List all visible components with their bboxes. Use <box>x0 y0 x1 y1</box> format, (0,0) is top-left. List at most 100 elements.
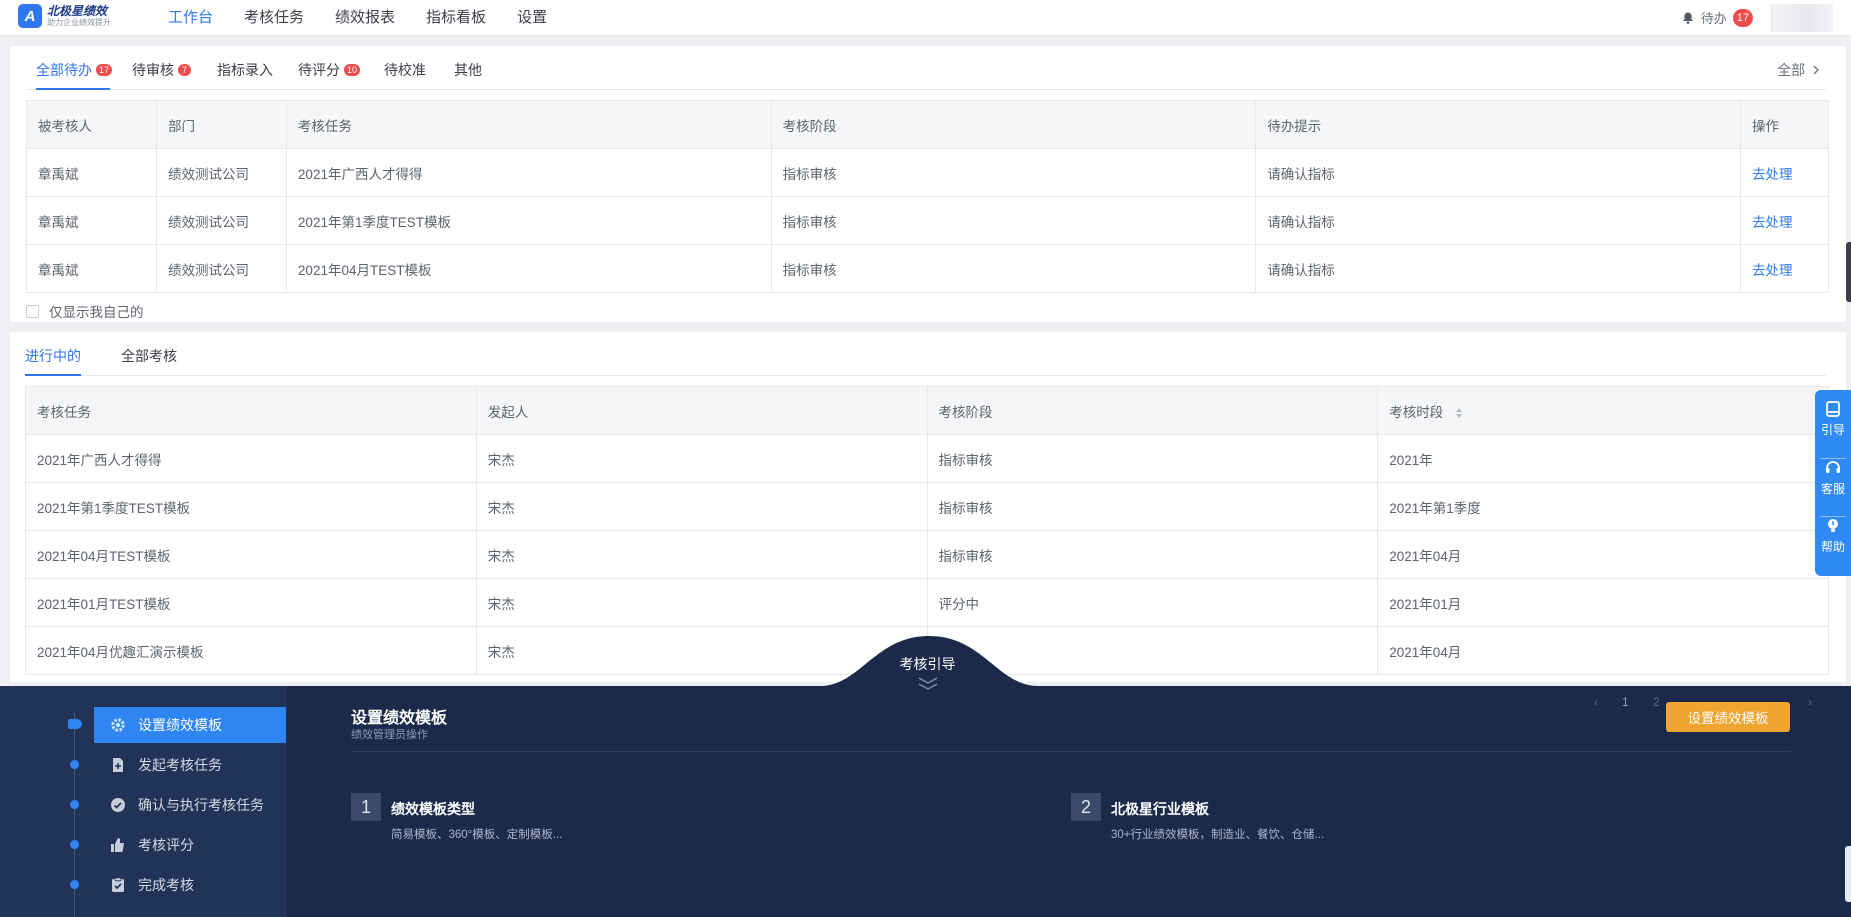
headset-icon <box>1826 460 1840 473</box>
setup-template-button[interactable]: 设置绩效模板 <box>1666 702 1790 732</box>
nav-tasks[interactable]: 考核任务 <box>244 0 304 35</box>
todo-table: 被考核人 部门 考核任务 考核阶段 待办提示 操作 章禹斌 绩效测试公司 202… <box>26 100 1830 293</box>
progress-table: 考核任务 发起人 考核阶段 考核时段 2021年广西人才得得 宋杰 指标审核 2… <box>25 386 1829 675</box>
step-dot <box>70 800 79 809</box>
table-row: 章禹斌 绩效测试公司 2021年04月TEST模板 指标审核 请确认指标 去处理 <box>26 244 1830 293</box>
table-row[interactable]: 2021年01月TEST模板 宋杰 评分中 2021年01月 <box>25 578 1829 627</box>
tab-all-todo[interactable]: 全部待办 17 <box>36 60 113 80</box>
main-nav: 工作台 考核任务 绩效报表 指标看板 设置 <box>168 0 578 35</box>
thumbs-up-icon <box>111 838 124 852</box>
card-title[interactable]: 北极星行业模板 <box>1111 799 1209 819</box>
step-dot <box>70 760 79 769</box>
col-period[interactable]: 考核时段 <box>1377 386 1829 435</box>
floating-helper: 引导 客服 帮助 <box>1815 390 1851 576</box>
table-row: 章禹斌 绩效测试公司 2021年第1季度TEST模板 指标审核 请确认指标 去处… <box>26 196 1830 245</box>
progress-tabs: 进行中的 全部考核 <box>25 332 1826 376</box>
table-row: 章禹斌 绩效测试公司 2021年广西人才得得 指标审核 请确认指标 去处理 <box>26 148 1830 197</box>
tab-other[interactable]: 其他 <box>454 60 482 80</box>
col-stage: 考核阶段 <box>770 100 1257 149</box>
process-link[interactable]: 去处理 <box>1752 215 1793 230</box>
step-setup-template[interactable]: 设置绩效模板 <box>94 707 286 743</box>
active-step-marker <box>68 719 82 729</box>
table-row[interactable]: 2021年04月TEST模板 宋杰 指标审核 2021年04月 <box>25 530 1829 579</box>
todo-count-badge: 17 <box>1732 8 1753 27</box>
guide-title[interactable]: 考核引导 <box>840 654 1015 674</box>
card-desc: 简易模板、360°模板、定制模板... <box>391 829 563 841</box>
col-action: 操作 <box>1739 100 1830 149</box>
nav-reports[interactable]: 绩效报表 <box>335 0 395 35</box>
table-row[interactable]: 2021年第1季度TEST模板 宋杰 指标审核 2021年第1季度 <box>25 482 1829 531</box>
guide-content-subtitle: 绩效管理员操作 <box>351 729 428 741</box>
helper-help[interactable]: 帮助 <box>1820 517 1846 576</box>
tab-badge: 7 <box>178 64 191 76</box>
col-task: 考核任务 <box>285 100 772 149</box>
nav-settings[interactable]: 设置 <box>517 0 547 35</box>
process-link[interactable]: 去处理 <box>1752 263 1793 278</box>
lightbulb-icon <box>1828 519 1838 533</box>
pager-next[interactable]: › <box>1808 695 1812 709</box>
col-stage: 考核阶段 <box>926 386 1379 435</box>
step-dot <box>70 880 79 889</box>
only-mine-checkbox[interactable] <box>26 304 39 318</box>
pager-prev[interactable]: ‹ <box>1594 695 1598 709</box>
header-right: 待办 17 <box>1681 0 1851 35</box>
tab-indicator-entry[interactable]: 指标录入 <box>217 60 273 80</box>
step-complete[interactable]: 完成考核 <box>94 867 286 903</box>
guide-content-title: 设置绩效模板 <box>351 710 448 727</box>
nav-indicator-board[interactable]: 指标看板 <box>426 0 486 35</box>
tab-all-assessments[interactable]: 全部考核 <box>121 346 177 366</box>
step-launch-task[interactable]: 发起考核任务 <box>94 747 286 783</box>
bell-icon[interactable] <box>1681 11 1695 25</box>
add-file-icon <box>113 758 123 772</box>
card-title[interactable]: 绩效模板类型 <box>391 799 475 819</box>
guide-divider <box>351 751 1791 752</box>
gear-icon <box>111 718 125 732</box>
clipboard-check-icon <box>112 877 124 892</box>
todo-tabs: 全部待办 17 待审核 7 指标录入 待评分 10 待校准 其他 全部 <box>26 46 1826 90</box>
side-handle[interactable] <box>1845 846 1851 902</box>
table-header-row: 被考核人 部门 考核任务 考核阶段 待办提示 操作 <box>26 100 1830 149</box>
tab-badge: 10 <box>344 64 361 76</box>
todo-label[interactable]: 待办 <box>1701 8 1727 27</box>
chevron-right-icon <box>1813 65 1819 75</box>
col-department: 部门 <box>155 100 287 149</box>
logo-subtitle: 助力企业绩效提升 <box>47 18 111 27</box>
col-task: 考核任务 <box>25 386 477 435</box>
tab-pending-review[interactable]: 待审核 7 <box>132 60 191 80</box>
only-mine-filter[interactable]: 仅显示我自己的 <box>26 301 144 321</box>
active-tab-indicator <box>36 88 110 90</box>
helper-support[interactable]: 客服 <box>1820 459 1846 518</box>
step-scoring[interactable]: 考核评分 <box>94 827 286 863</box>
chevron-down-icon[interactable] <box>917 676 939 692</box>
card-number: 2 <box>1071 793 1101 821</box>
tab-pending-score[interactable]: 待评分 10 <box>298 60 361 80</box>
top-bar: A 北极星绩效 助力企业绩效提升 工作台 考核任务 绩效报表 指标看板 设置 待… <box>0 0 1851 35</box>
col-initiator: 发起人 <box>475 386 928 435</box>
book-icon <box>1826 401 1840 417</box>
pager-page[interactable]: 1 <box>1622 695 1629 709</box>
tab-badge: 17 <box>96 64 113 76</box>
logo[interactable]: A 北极星绩效 助力企业绩效提升 <box>18 4 111 28</box>
todo-panel: 全部待办 17 待审核 7 指标录入 待评分 10 待校准 其他 全部 被考核人 <box>10 46 1846 322</box>
logo-mark: A <box>18 4 42 28</box>
nav-workbench[interactable]: 工作台 <box>168 0 213 35</box>
progress-panel: 进行中的 全部考核 考核任务 发起人 考核阶段 考核时段 2021年广西人才得得… <box>10 332 1846 682</box>
col-hint: 待办提示 <box>1255 100 1741 149</box>
view-all-link[interactable]: 全部 <box>1777 60 1820 80</box>
table-row[interactable]: 2021年广西人才得得 宋杰 指标审核 2021年 <box>25 434 1829 483</box>
avatar[interactable] <box>1771 3 1833 32</box>
pager-page[interactable]: 2 <box>1653 695 1660 709</box>
check-circle-icon <box>111 798 125 812</box>
tab-pending-calibration[interactable]: 待校准 <box>384 60 426 80</box>
active-tab-indicator <box>25 374 81 376</box>
guide-toggle-hump[interactable] <box>820 634 1038 714</box>
helper-guide[interactable]: 引导 <box>1820 400 1846 459</box>
card-number: 1 <box>351 793 381 821</box>
col-assessee: 被考核人 <box>26 100 157 149</box>
process-link[interactable]: 去处理 <box>1752 167 1793 182</box>
step-confirm-execute[interactable]: 确认与执行考核任务 <box>94 787 286 823</box>
sort-icon[interactable] <box>1455 407 1463 419</box>
side-handle[interactable] <box>1846 242 1851 302</box>
step-dot <box>70 840 79 849</box>
tab-in-progress[interactable]: 进行中的 <box>25 346 81 366</box>
